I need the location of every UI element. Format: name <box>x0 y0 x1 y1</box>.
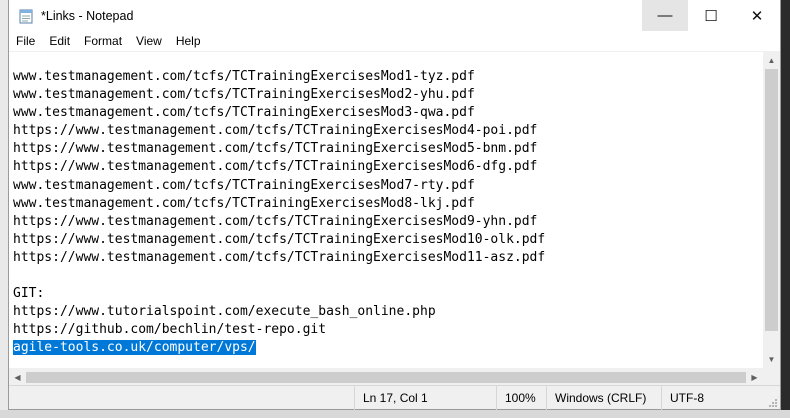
text-line: www.testmanagement.com/tcfs/TCTrainingEx… <box>13 87 475 103</box>
zoom-level: 100% <box>496 386 546 410</box>
vertical-scroll-thumb[interactable] <box>765 69 778 331</box>
maximize-button[interactable]: ☐ <box>688 0 734 31</box>
selected-text: agile-tools.co.uk/computer/vps/ <box>13 340 256 356</box>
title-bar[interactable]: *Links - Notepad — ☐ ✕ <box>9 0 780 31</box>
text-line: https://www.testmanagement.com/tcfs/TCTr… <box>13 159 538 175</box>
text-line: https://www.tutorialspoint.com/execute_b… <box>13 304 436 320</box>
menu-edit[interactable]: Edit <box>44 31 75 51</box>
menu-format[interactable]: Format <box>79 31 127 51</box>
cursor-position: Ln 17, Col 1 <box>354 386 496 410</box>
text-line: www.testmanagement.com/tcfs/TCTrainingEx… <box>13 69 475 84</box>
resize-grip-icon[interactable] <box>768 397 778 407</box>
text-line: GIT: <box>13 286 45 302</box>
text-editor[interactable]: www.testmanagement.com/tcfs/TCTrainingEx… <box>9 52 763 368</box>
text-line: https://www.testmanagement.com/tcfs/TCTr… <box>13 123 538 139</box>
vertical-scrollbar[interactable]: ▲ ▼ <box>763 52 780 368</box>
minimize-icon: — <box>657 7 673 24</box>
text-line: https://www.testmanagement.com/tcfs/TCTr… <box>13 249 546 265</box>
desktop-background-left <box>0 0 8 418</box>
text-line <box>9 267 763 285</box>
text-line: https://github.com/bechlin/test-repo.git <box>13 322 327 338</box>
window-controls: — ☐ ✕ <box>642 0 780 31</box>
horizontal-scrollbar[interactable]: ◀ ▶ <box>9 368 780 385</box>
scroll-right-icon[interactable]: ▶ <box>746 369 763 386</box>
text-line: https://www.testmanagement.com/tcfs/TCTr… <box>13 231 546 247</box>
scroll-left-icon[interactable]: ◀ <box>9 369 26 386</box>
window-title: *Links - Notepad <box>41 8 134 23</box>
close-icon: ✕ <box>750 7 764 25</box>
encoding: UTF-8 <box>661 386 765 410</box>
selected-text-line: agile-tools.co.uk/computer/vps/ <box>9 339 763 357</box>
menu-file[interactable]: File <box>11 31 40 51</box>
horizontal-scroll-thumb[interactable] <box>26 372 746 383</box>
maximize-icon: ☐ <box>704 7 718 25</box>
menu-bar: File Edit Format View Help <box>9 31 780 51</box>
text-line: https://www.testmanagement.com/tcfs/TCTr… <box>13 141 538 157</box>
menu-help[interactable]: Help <box>171 31 206 51</box>
menu-view[interactable]: View <box>131 31 167 51</box>
desktop-background-right <box>781 0 790 418</box>
notepad-icon <box>18 8 34 24</box>
status-bar: Ln 17, Col 1 100% Windows (CRLF) UTF-8 <box>9 385 780 410</box>
editor-area: www.testmanagement.com/tcfs/TCTrainingEx… <box>9 51 780 368</box>
text-line: www.testmanagement.com/tcfs/TCTrainingEx… <box>13 105 475 121</box>
scroll-up-icon[interactable]: ▲ <box>763 52 780 69</box>
close-button[interactable]: ✕ <box>734 0 780 31</box>
minimize-button[interactable]: — <box>642 0 688 31</box>
text-line: https://www.testmanagement.com/tcfs/TCTr… <box>13 213 538 229</box>
line-ending: Windows (CRLF) <box>546 386 661 410</box>
desktop-background-bottom <box>0 410 790 418</box>
text-line: www.testmanagement.com/tcfs/TCTrainingEx… <box>13 177 475 193</box>
scroll-down-icon[interactable]: ▼ <box>763 351 780 368</box>
text-line: www.testmanagement.com/tcfs/TCTrainingEx… <box>13 195 475 211</box>
notepad-window: *Links - Notepad — ☐ ✕ File Edit Format … <box>8 0 781 410</box>
